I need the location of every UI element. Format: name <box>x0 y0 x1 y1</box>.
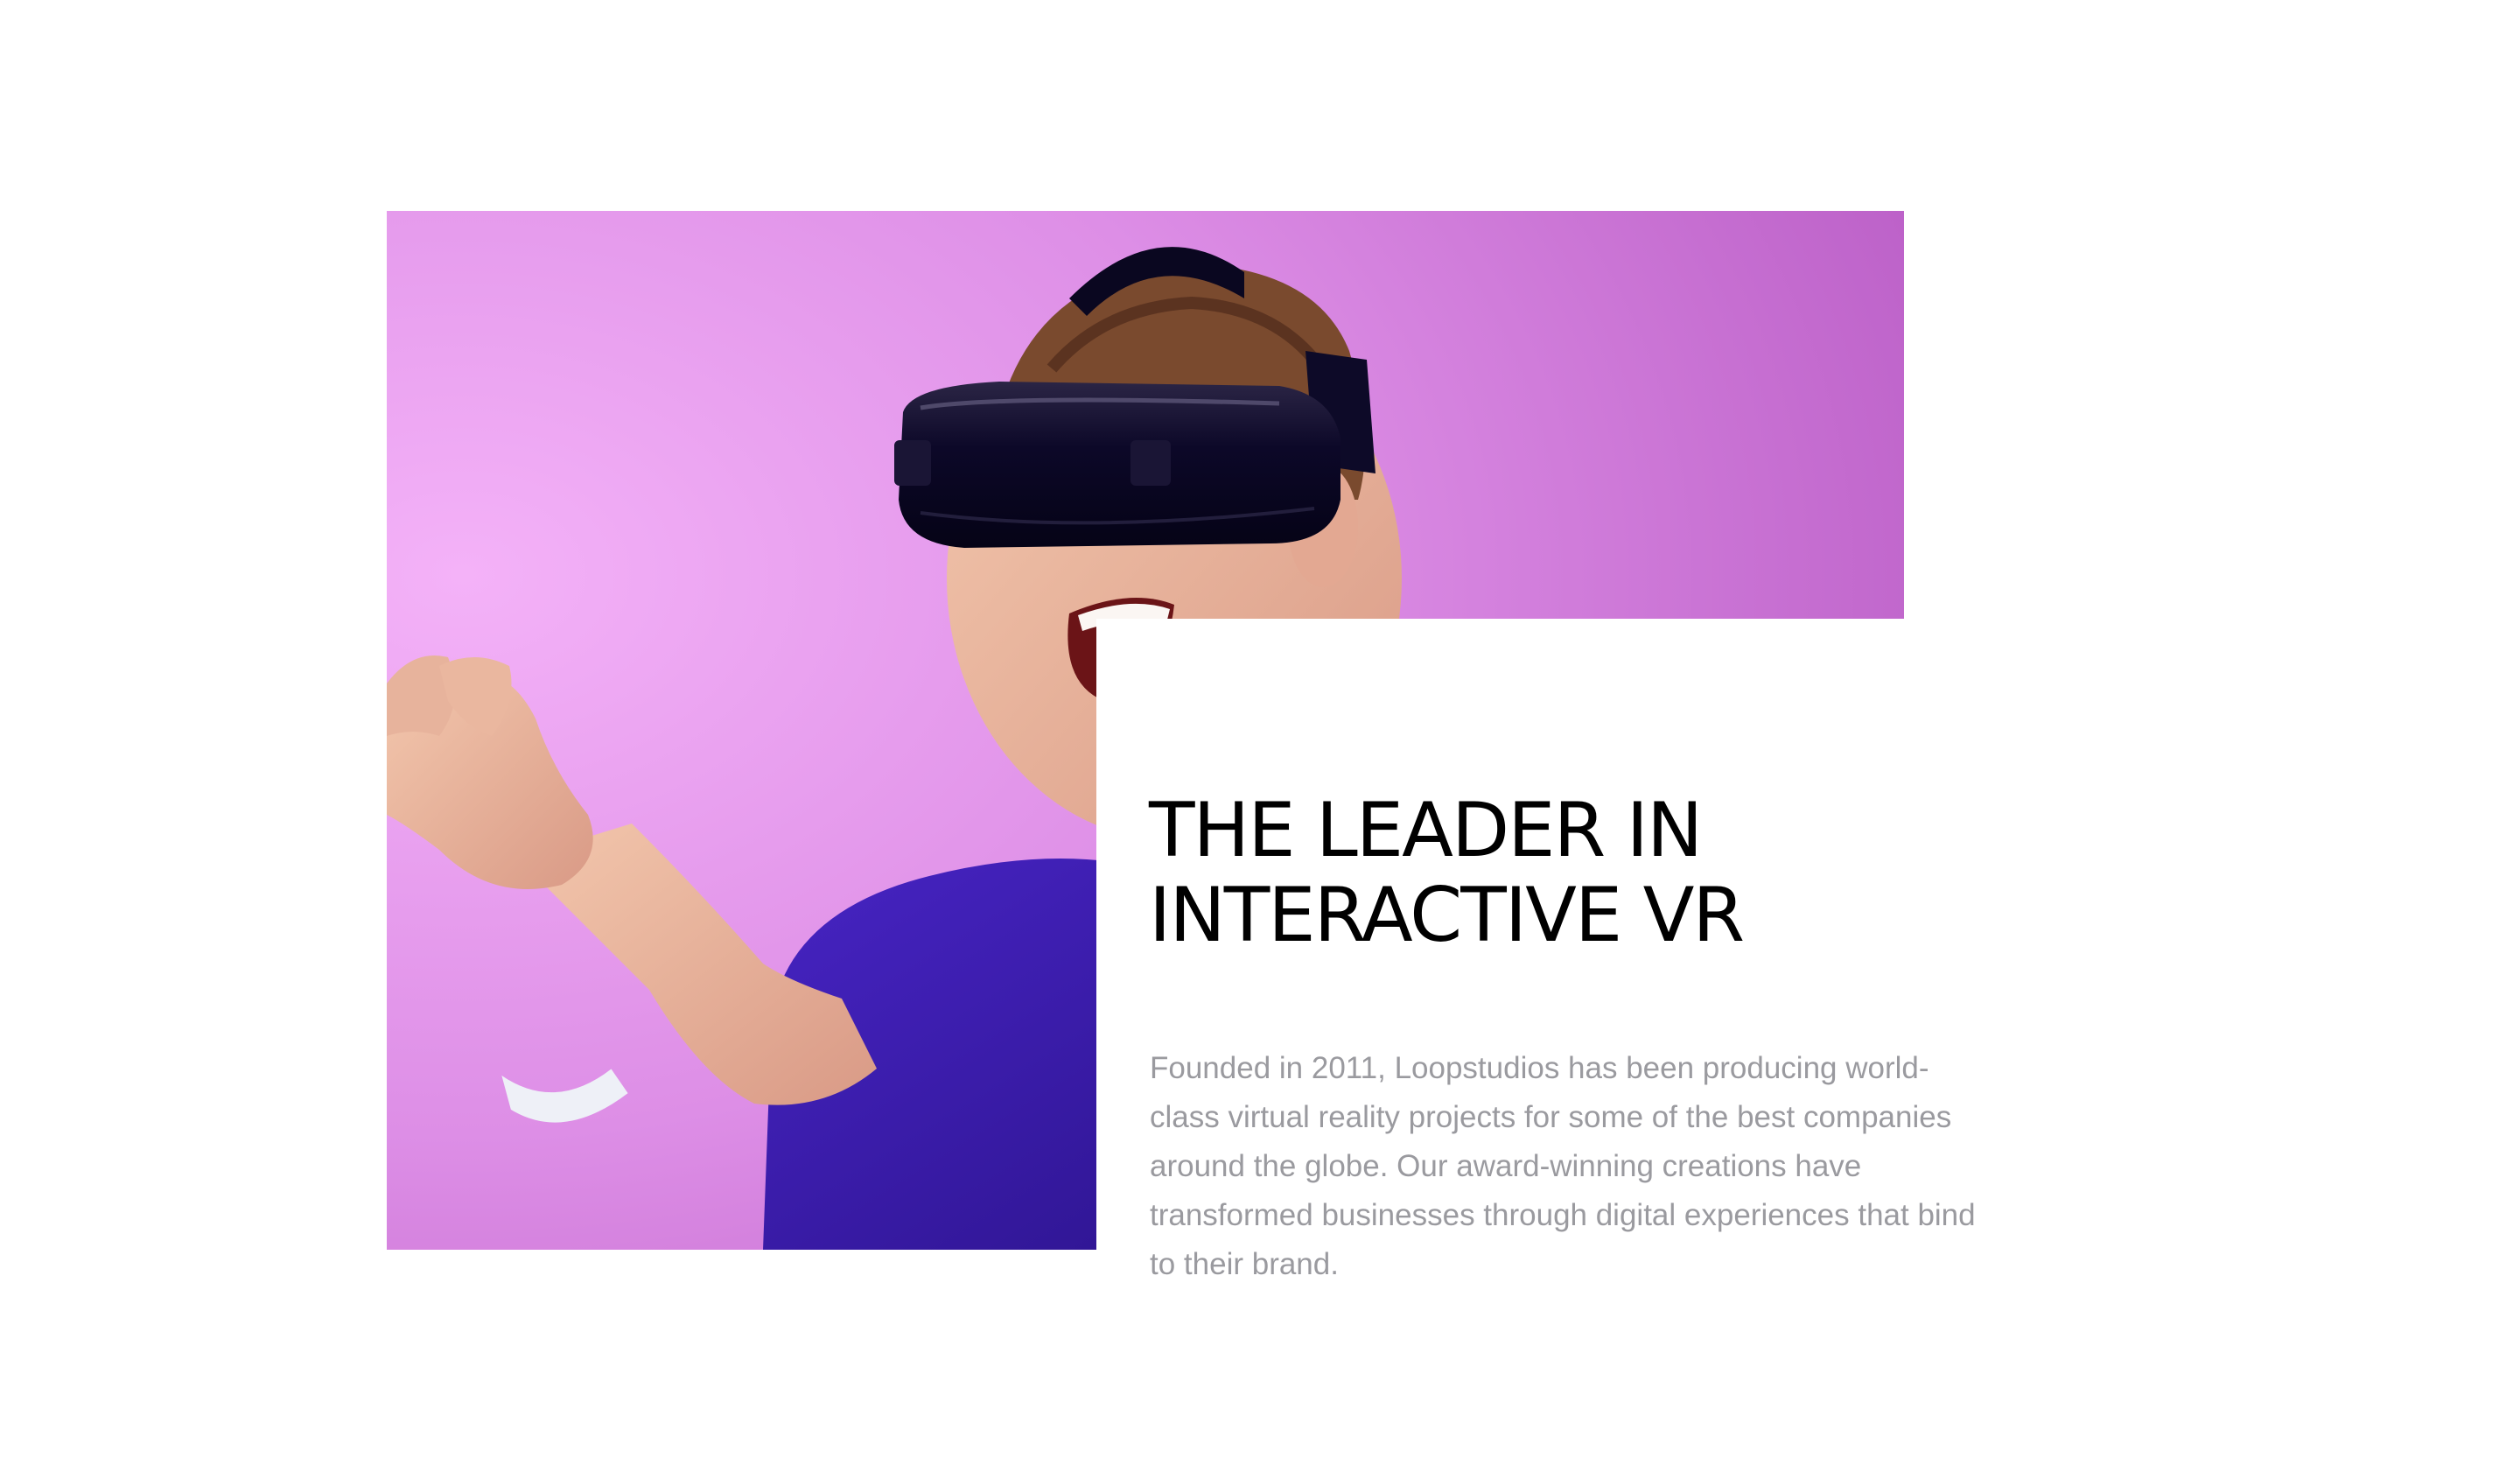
about-heading-line-1: THE LEADER IN <box>1149 787 1703 874</box>
page: THE LEADER IN INTERACTIVE VR Founded in … <box>0 0 2520 1458</box>
about-text-card: THE LEADER IN INTERACTIVE VR Founded in … <box>1096 619 2015 1319</box>
about-heading: THE LEADER IN INTERACTIVE VR <box>1149 789 1936 958</box>
about-description: Founded in 2011, Loopstudios has been pr… <box>1150 1051 1976 1281</box>
about-heading-line-2: INTERACTIVE VR <box>1149 872 1745 959</box>
